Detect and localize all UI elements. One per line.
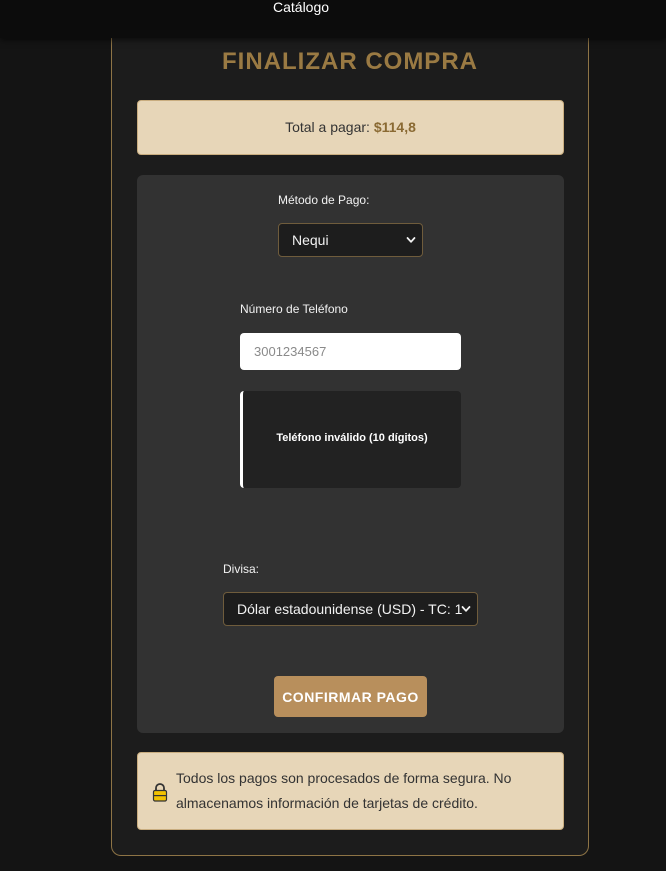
phone-input[interactable] <box>240 333 461 370</box>
currency-label: Divisa: <box>223 562 260 576</box>
currency-value: Dólar estadounidense (USD) - TC: 1 <box>237 601 463 617</box>
top-navbar: Catálogo <box>0 0 666 38</box>
page-title: FINALIZAR COMPRA <box>222 48 478 75</box>
payment-method-label: Método de Pago: <box>278 193 370 207</box>
total-summary: Total a pagar: $114,8 <box>137 100 564 155</box>
total-amount: $114,8 <box>373 119 416 135</box>
security-message: Todos los pagos son procesados de forma … <box>176 770 512 811</box>
security-notice: Todos los pagos son procesados de forma … <box>137 752 564 830</box>
chevron-down-icon <box>406 237 416 243</box>
payment-method-select[interactable]: Nequi <box>278 223 423 257</box>
phone-label: Número de Teléfono <box>240 302 348 316</box>
phone-error-message: Teléfono inválido (10 dígitos) <box>240 391 461 488</box>
payment-method-value: Nequi <box>292 232 329 248</box>
total-label: Total a pagar: <box>285 119 374 135</box>
confirm-payment-button[interactable]: CONFIRMAR PAGO <box>274 676 427 717</box>
chevron-down-icon <box>461 606 471 612</box>
nav-link-catalog[interactable]: Catálogo <box>273 0 329 15</box>
currency-select[interactable]: Dólar estadounidense (USD) - TC: 1 <box>223 592 478 626</box>
lock-icon <box>152 783 168 802</box>
